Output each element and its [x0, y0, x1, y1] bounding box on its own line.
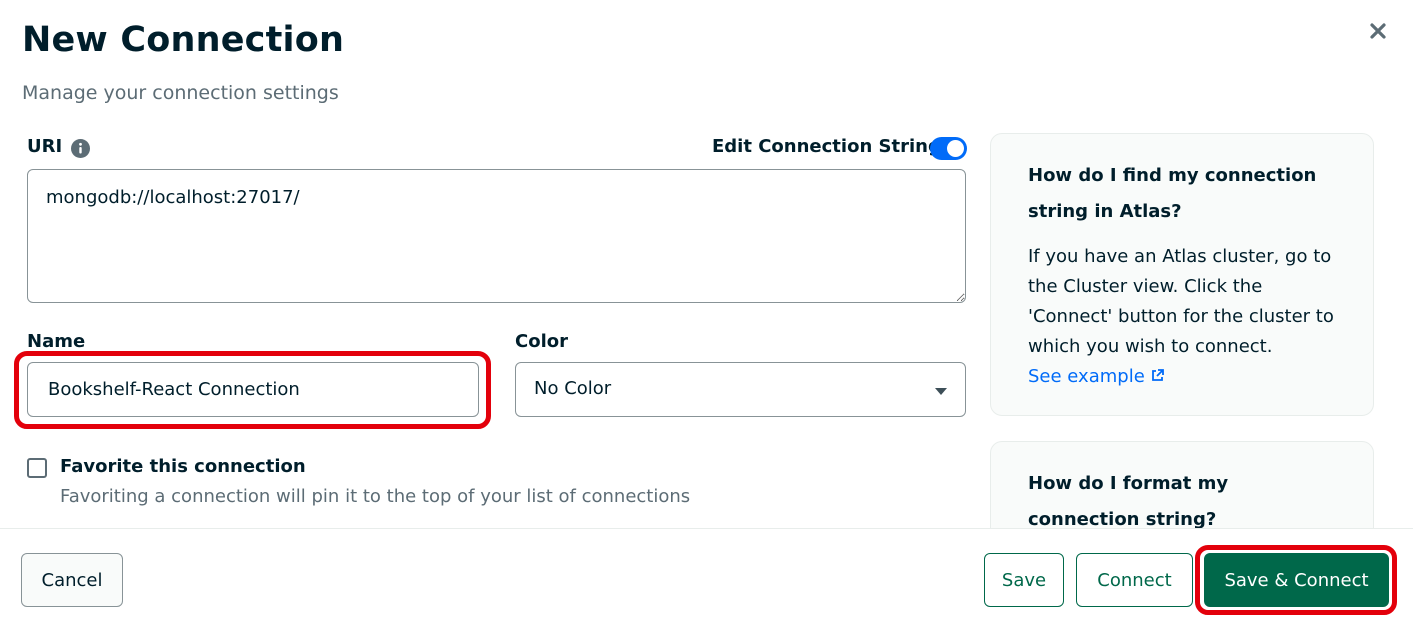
color-select-value: No Color [534, 378, 612, 399]
edit-connection-string-label: Edit Connection String [712, 136, 941, 157]
favorite-checkbox[interactable] [27, 458, 47, 478]
save-button[interactable]: Save [984, 553, 1064, 607]
color-label: Color [515, 331, 568, 352]
external-link-icon [1151, 369, 1164, 381]
uri-textarea[interactable]: mongodb://localhost:27017/ [27, 169, 966, 303]
toggle-knob [947, 140, 964, 157]
uri-label: URI [27, 136, 63, 157]
edit-connection-string-toggle[interactable] [930, 137, 967, 160]
dialog-subtitle: Manage your connection settings [22, 82, 339, 104]
help-panel-atlas-body-line: If you have an Atlas cluster, go to [1028, 246, 1332, 267]
color-select[interactable]: No Color [515, 362, 966, 417]
favorite-description: Favoriting a connection will pin it to t… [60, 486, 691, 507]
dialog-title: New Connection [22, 20, 345, 60]
close-icon[interactable] [1364, 17, 1392, 45]
info-icon[interactable] [71, 139, 90, 158]
connect-button[interactable]: Connect [1076, 553, 1193, 607]
help-panel-format-heading-line1: How do I format my [1028, 473, 1229, 494]
see-example-link[interactable]: See example [1028, 366, 1145, 387]
name-input[interactable] [27, 362, 479, 417]
favorite-label[interactable]: Favorite this connection [60, 456, 306, 477]
cancel-button[interactable]: Cancel [21, 553, 123, 607]
help-panel-atlas: How do I find my connection string in At… [990, 133, 1374, 416]
save-and-connect-button[interactable]: Save & Connect [1204, 553, 1389, 607]
name-label: Name [27, 331, 86, 352]
help-panel-atlas-body-line: which you wish to connect. [1028, 336, 1273, 357]
help-panel-atlas-body-line: the Cluster view. Click the [1028, 276, 1263, 297]
help-panel-atlas-heading-line2: string in Atlas? [1028, 201, 1182, 222]
help-panel-atlas-body-line: 'Connect' button for the cluster to [1028, 306, 1334, 327]
caret-down-icon [935, 388, 947, 395]
help-panel-atlas-heading-line1: How do I find my connection [1028, 165, 1317, 186]
